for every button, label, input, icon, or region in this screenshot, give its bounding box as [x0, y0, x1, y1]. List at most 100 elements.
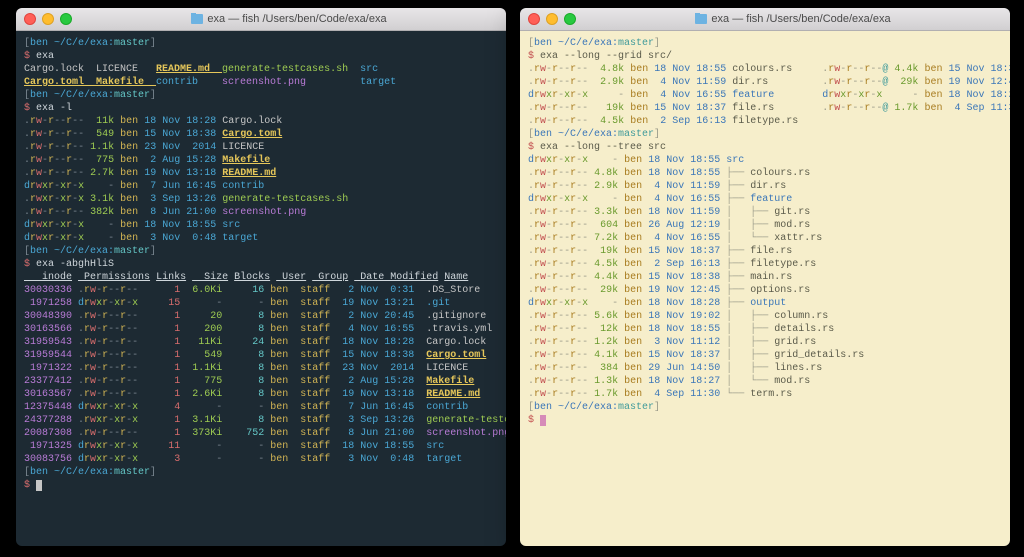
prompt-line[interactable]: $ exa: [24, 50, 498, 63]
user: ben: [120, 194, 144, 205]
tree-prefix: ├──: [726, 194, 750, 205]
user: ben: [624, 324, 648, 335]
col-header: Blocks: [234, 272, 270, 283]
user: ben: [270, 324, 300, 335]
size: -: [84, 181, 120, 192]
perm: drwxr-xr-x: [24, 233, 84, 244]
prompt-line: [ben ~/C/e/exa:master]: [24, 245, 498, 258]
user: ben: [270, 454, 300, 465]
file-name: contrib: [222, 181, 264, 192]
date: 18 Nov 18:28: [948, 90, 1010, 101]
perm: .rw-r--r--: [528, 233, 588, 244]
blocks: -: [228, 454, 270, 465]
file-name: .DS_Store: [426, 285, 480, 296]
links: 1: [150, 311, 186, 322]
command: exa --long --grid src/: [540, 51, 672, 62]
perm: .rw-r--r--: [528, 259, 588, 270]
links: 1: [150, 337, 186, 348]
user: ben: [270, 350, 300, 361]
ls-row: drwxr-xr-x - ben 18 Nov 18:55 src: [528, 154, 1002, 167]
group: staff: [300, 441, 342, 452]
tree-prefix: │ ├──: [726, 337, 774, 348]
file-name: .gitignore: [426, 311, 486, 322]
blocks: 8: [228, 415, 270, 426]
file-name: LICENCE: [222, 142, 264, 153]
minimize-icon[interactable]: [546, 13, 558, 25]
user: ben: [924, 77, 948, 88]
perm: drwxr-xr-x: [822, 90, 888, 101]
user: ben: [624, 246, 648, 257]
file-name: grid.rs: [774, 337, 816, 348]
user: ben: [270, 363, 300, 374]
date: 18 Nov 18:55: [342, 441, 426, 452]
user: ben: [624, 207, 648, 218]
cursor: [540, 415, 546, 426]
prompt-line: [ben ~/C/e/exa:master]: [24, 89, 498, 102]
size: 2.9k: [588, 181, 624, 192]
ls-row: .rw-r--r-- 604 ben 26 Aug 12:19 │ ├── mo…: [528, 219, 1002, 232]
prompt-sigil: $: [24, 259, 36, 270]
ls-row: .rw-r--r-- 382k ben 8 Jun 21:00 screensh…: [24, 206, 498, 219]
user: ben: [270, 337, 300, 348]
command: exa -abghHliS: [36, 259, 114, 270]
perm: .rw-r--r--: [528, 64, 594, 75]
inode: 1971258: [24, 298, 78, 309]
zoom-icon[interactable]: [60, 13, 72, 25]
titlebar[interactable]: exa — fish /Users/ben/Code/exa/exa: [16, 8, 506, 31]
links: 1: [150, 285, 186, 296]
size: 29k: [888, 77, 924, 88]
col-header: Date Modified: [354, 272, 438, 283]
prompt-line[interactable]: $ exa --long --tree src: [528, 141, 1002, 154]
file-name: .git: [426, 298, 450, 309]
date: 15 Nov 18:37: [648, 350, 726, 361]
perm: .rw-r--r--: [528, 337, 588, 348]
perm: .rw-r--r--@: [822, 77, 888, 88]
perm: .rw-r--r--: [78, 389, 144, 400]
minimize-icon[interactable]: [42, 13, 54, 25]
file-name: options.rs: [750, 285, 810, 296]
date: 15 Nov 18:38: [144, 129, 222, 140]
prompt-branch: master: [618, 129, 654, 140]
titlebar[interactable]: exa — fish /Users/ben/Code/exa/exa: [520, 8, 1010, 31]
prompt-path: ben ~/C/e/exa:: [30, 38, 114, 49]
tree-prefix: │ ├──: [726, 207, 774, 218]
prompt-line: [ben ~/C/e/exa:master]: [528, 37, 1002, 50]
size: 2.9k: [594, 77, 630, 88]
close-icon[interactable]: [24, 13, 36, 25]
file-name: term.rs: [750, 389, 792, 400]
col-header: Size: [192, 272, 228, 283]
inode: 30048390: [24, 311, 78, 322]
close-icon[interactable]: [528, 13, 540, 25]
prompt-line[interactable]: $ exa -l: [24, 102, 498, 115]
prompt-line[interactable]: $: [528, 414, 1002, 427]
folder-icon: [191, 14, 203, 24]
inode: 23377412: [24, 376, 78, 387]
file-name: Cargo.toml: [222, 129, 282, 140]
user: ben: [270, 402, 300, 413]
terminal-body[interactable]: [ben ~/C/e/exa:master]$ exaCargo.lock LI…: [16, 31, 506, 546]
zoom-icon[interactable]: [564, 13, 576, 25]
date: 2 Sep 16:13: [648, 259, 726, 270]
prompt-line[interactable]: $: [24, 479, 498, 492]
prompt-line[interactable]: $ exa --long --grid src/: [528, 50, 1002, 63]
size: 4.5k: [588, 259, 624, 270]
terminal-body[interactable]: [ben ~/C/e/exa:master]$ exa --long --gri…: [520, 31, 1010, 546]
date: 4 Nov 11:59: [654, 77, 732, 88]
links: 1: [150, 428, 186, 439]
user: ben: [120, 155, 144, 166]
links: 11: [150, 441, 186, 452]
file-name: dir.rs: [750, 181, 786, 192]
links: 1: [150, 350, 186, 361]
prompt-path: ben ~/C/e/exa:: [30, 90, 114, 101]
ls-row: 30163566 .rw-r--r-- 1 200 8 ben staff 4 …: [24, 323, 498, 336]
size: 12k: [588, 324, 624, 335]
date: 18 Nov 18:55: [654, 64, 732, 75]
prompt-line[interactable]: $ exa -abghHliS: [24, 258, 498, 271]
ls-row: .rw-r--r-- 549 ben 15 Nov 18:38 Cargo.to…: [24, 128, 498, 141]
user: ben: [624, 376, 648, 387]
perm: .rw-r--r--: [528, 324, 588, 335]
date: 2 Nov 0:31: [342, 285, 426, 296]
size: -: [888, 90, 924, 101]
date: 2 Sep 16:13: [654, 116, 732, 127]
size: -: [594, 90, 630, 101]
